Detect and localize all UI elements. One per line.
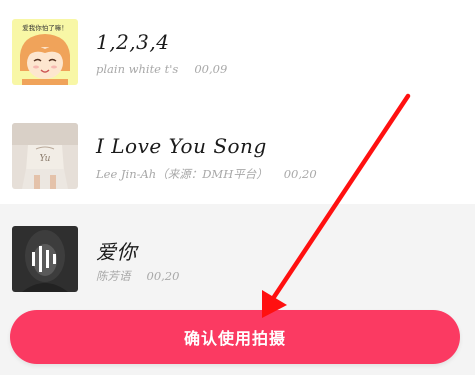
song-artist: plain white t's xyxy=(96,62,179,76)
song-duration: 00,09 xyxy=(194,62,228,76)
song-duration: 00,20 xyxy=(283,167,317,181)
song-title: 爱你 xyxy=(96,240,137,264)
song-row[interactable]: 爱我你怕了嘛！ 1,2,3,4 plain white t's 00,09 xyxy=(0,0,475,100)
song-title: I Love You Song xyxy=(96,134,267,158)
song-duration: 00,20 xyxy=(146,269,180,283)
dark-portrait-cover xyxy=(12,226,78,292)
song-artist: 陈芳语 xyxy=(96,269,131,283)
photo-caption-text: Yu xyxy=(40,154,51,164)
song-meta: plain white t's 00,09 xyxy=(96,62,227,76)
song-title: 1,2,3,4 xyxy=(96,30,170,54)
song-artist: Lee Jin-Ah（来源：DMH平台） xyxy=(96,167,268,181)
song-meta: 陈芳语 00,20 xyxy=(96,268,179,284)
song-meta: Lee Jin-Ah（来源：DMH平台） 00,20 xyxy=(96,166,317,182)
song-row[interactable]: Yu I Love You Song Lee Jin-Ah（来源：DMH平台） 0… xyxy=(0,100,475,204)
girl-photo-cover: Yu xyxy=(12,123,78,189)
confirm-use-button[interactable]: 确认使用拍摄 xyxy=(10,310,460,364)
speech-bubble-text: 爱我你怕了嘛！ xyxy=(22,23,68,32)
anime-girl-cover: 爱我你怕了嘛！ xyxy=(12,19,78,85)
